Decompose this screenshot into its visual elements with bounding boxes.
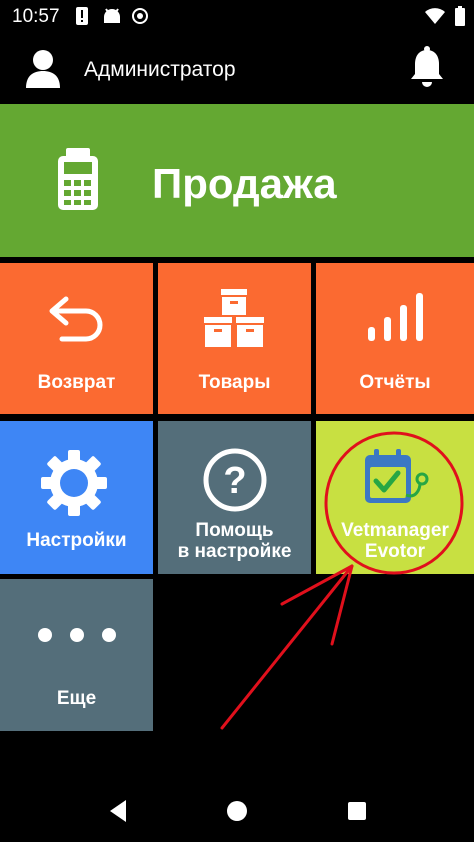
boxes-icon [204, 289, 264, 354]
goods-tile[interactable]: Товары [158, 263, 311, 414]
help-label-line2: в настройке [177, 541, 292, 562]
more-dots-icon [36, 625, 118, 650]
recents-icon[interactable] [342, 796, 372, 826]
question-icon: ? [202, 447, 268, 518]
settings-tile[interactable]: Настройки [0, 421, 153, 574]
reports-tile[interactable]: Отчёты [316, 263, 474, 414]
settings-label: Настройки [26, 530, 127, 551]
battery-icon [454, 6, 466, 31]
vetmanager-label-line1: Vetmanager [341, 520, 449, 541]
status-time: 10:57 [12, 6, 60, 27]
gear-icon [40, 449, 108, 522]
record-icon [130, 6, 150, 31]
sale-tile[interactable]: Продажа [0, 104, 474, 257]
svg-text:?: ? [223, 460, 246, 502]
android-icon [102, 6, 122, 31]
app-header: Администратор [0, 34, 474, 104]
signal-bars-icon [368, 293, 424, 348]
cash-register-icon [56, 148, 100, 215]
more-label: Еще [56, 688, 97, 709]
vetmanager-tile[interactable]: Vetmanager Evotor [316, 421, 474, 574]
wifi-icon [424, 6, 446, 31]
alert-icon [76, 6, 88, 31]
status-bar: 10:57 [0, 0, 474, 34]
undo-arrow-icon [48, 295, 106, 350]
user-avatar-icon[interactable] [24, 48, 62, 93]
return-tile[interactable]: Возврат [0, 263, 153, 414]
help-tile[interactable]: ? Помощь в настройке [158, 421, 311, 574]
help-label-line1: Помощь [195, 520, 274, 541]
back-icon[interactable] [102, 796, 132, 826]
return-label: Возврат [37, 372, 116, 393]
home-icon[interactable] [222, 796, 252, 826]
more-tile[interactable]: Еще [0, 579, 153, 731]
reports-label: Отчёты [359, 372, 431, 393]
goods-label: Товары [198, 372, 271, 393]
annotation-arrow-head [280, 564, 354, 646]
notification-bell-icon[interactable] [408, 46, 446, 95]
vetmanager-label-line2: Evotor [364, 541, 426, 562]
calendar-stethoscope-icon [362, 449, 434, 512]
annotation-arrow-line [220, 564, 354, 730]
navigation-bar [0, 778, 474, 842]
user-name[interactable]: Администратор [84, 58, 236, 82]
sale-label: Продажа [152, 160, 337, 207]
